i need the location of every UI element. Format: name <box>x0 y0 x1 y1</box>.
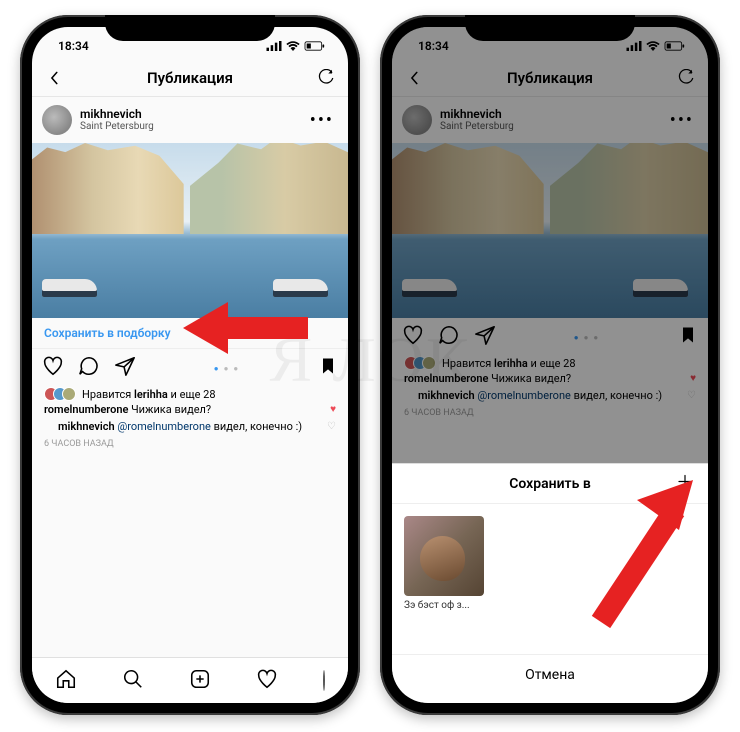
wifi-icon <box>286 41 300 51</box>
battery-icon <box>304 41 326 51</box>
back-button[interactable] <box>42 66 66 90</box>
comment-row[interactable]: romelnumberone Чижика видел? ♥ <box>32 401 348 418</box>
comment-button[interactable] <box>78 355 100 381</box>
bookmark-button[interactable] <box>318 355 338 381</box>
notch <box>465 15 635 41</box>
collection-label: Зэ бэст оф з... <box>404 600 484 611</box>
comment-mention[interactable]: @romelnumberone <box>117 420 211 433</box>
collection-thumbnail <box>404 516 484 596</box>
comment-like-button[interactable]: ♥ <box>330 404 336 415</box>
cellular-icon <box>266 41 282 51</box>
status-time: 18:34 <box>58 39 89 53</box>
heart-icon <box>42 355 64 377</box>
post-media[interactable] <box>32 143 348 318</box>
send-icon <box>114 355 136 377</box>
carousel-dots: ●●● <box>214 364 241 373</box>
comment-text: Чижика видел? <box>128 403 211 416</box>
like-button[interactable] <box>42 355 64 381</box>
bookmark-filled-icon <box>318 355 338 377</box>
tab-profile[interactable] <box>323 671 325 690</box>
annotation-arrow-left <box>183 298 313 358</box>
tab-home[interactable] <box>55 668 77 694</box>
comment-icon <box>78 355 100 377</box>
tab-bar <box>32 657 348 703</box>
screen-left: 18:34 Публикация mikhnevi <box>32 27 348 703</box>
author-avatar[interactable] <box>42 105 72 135</box>
post-header: mikhnevich Saint Petersburg ••• <box>32 97 348 143</box>
likes-row[interactable]: Нравится lerihha и еще 28 <box>32 387 348 401</box>
notch <box>105 15 275 41</box>
collection-item[interactable]: Зэ бэст оф з... <box>404 516 484 642</box>
comment-user: romelnumberone <box>44 403 128 416</box>
nav-title: Публикация <box>147 69 233 87</box>
comment-text: видел, конечно :) <box>211 420 302 433</box>
comment-like-button[interactable]: ♡ <box>327 421 336 432</box>
post-more-button[interactable]: ••• <box>310 110 338 131</box>
author-username[interactable]: mikhnevich <box>80 108 302 121</box>
home-icon <box>55 668 77 690</box>
comment-reply-row[interactable]: mikhnevich @romelnumberone видел, конечн… <box>32 418 348 435</box>
profile-avatar-icon <box>323 670 325 691</box>
heart-icon <box>256 668 278 690</box>
refresh-button[interactable] <box>314 66 338 90</box>
comment-user: mikhnevich <box>58 420 115 433</box>
phone-frame-left: 18:34 Публикация mikhnevi <box>20 15 360 715</box>
tab-add[interactable] <box>189 668 211 694</box>
share-button[interactable] <box>114 355 136 381</box>
nav-bar: Публикация <box>32 59 348 97</box>
sheet-cancel-button[interactable]: Отмена <box>392 654 708 703</box>
chevron-left-icon <box>47 71 61 85</box>
status-indicators <box>266 41 326 51</box>
search-icon <box>122 668 144 690</box>
refresh-icon <box>317 69 335 87</box>
annotation-arrow-right <box>575 472 705 632</box>
post-location[interactable]: Saint Petersburg <box>80 121 302 132</box>
post-timestamp: 6 ЧАСОВ НАЗАД <box>32 435 348 453</box>
tab-search[interactable] <box>122 668 144 694</box>
liker-avatars <box>44 387 76 401</box>
tab-activity[interactable] <box>256 668 278 694</box>
likes-text: Нравится lerihha и еще 28 <box>82 388 216 401</box>
add-post-icon <box>189 668 211 690</box>
